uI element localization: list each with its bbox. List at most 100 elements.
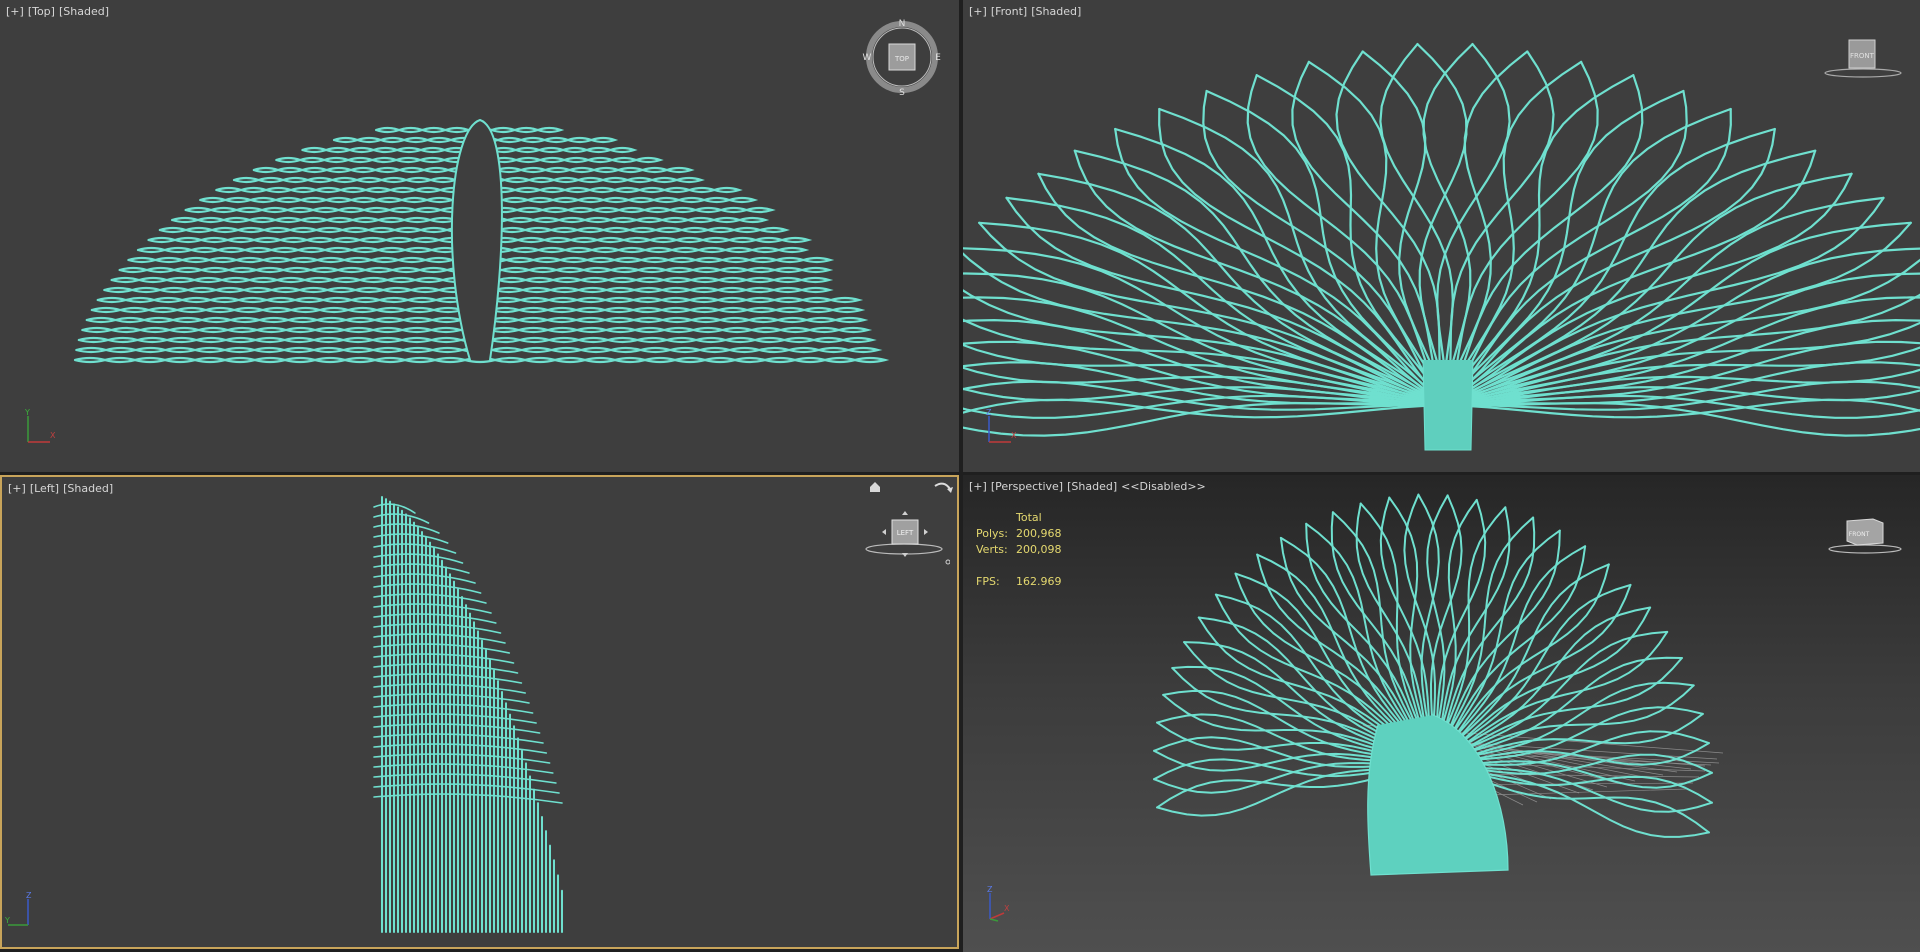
left-viewcube-face[interactable]: LEFT: [897, 529, 914, 537]
mesh-strand: [286, 206, 317, 214]
mesh-strand: [405, 176, 435, 184]
front-axis-z: Z: [986, 408, 992, 417]
mesh-strand: [425, 196, 456, 204]
mesh-strand: [1443, 402, 1920, 437]
mesh-strand: [847, 346, 883, 354]
mesh-strand: [717, 306, 752, 314]
left-viewport[interactable]: [+] [Left] [Shaded] LEFT Z Y: [0, 475, 959, 949]
mesh-strand: [110, 276, 144, 284]
mesh-strand: [200, 236, 232, 244]
mesh-strand: [721, 256, 754, 264]
mesh-strand: [282, 176, 312, 184]
mesh-strand: [372, 346, 408, 354]
mesh-strand: [159, 286, 193, 294]
mesh-strand: [546, 326, 582, 334]
mesh-strand: [375, 126, 403, 134]
mesh-strand: [342, 336, 377, 344]
mesh-strand: [375, 306, 410, 314]
top-viewcube-compass[interactable]: TOP N S E W: [862, 18, 942, 98]
mesh-strand: [350, 246, 383, 254]
mesh-strand: [164, 346, 200, 354]
mesh-strand: [242, 286, 276, 294]
mesh-strand: [190, 246, 222, 254]
mesh-strand: [689, 286, 723, 294]
perspective-viewport[interactable]: [+] [Perspective] [Shaded] <<Disabled>> Tot…: [963, 475, 1920, 952]
mesh-strand: [331, 276, 364, 284]
mesh-strand: [689, 306, 723, 314]
mesh-strand: [751, 246, 783, 254]
top-view-mesh[interactable]: [0, 0, 959, 472]
mesh-strand: [788, 346, 824, 354]
mesh-strand: [253, 356, 290, 364]
mesh-strand: [325, 166, 355, 174]
perspective-viewcube-face[interactable]: FRONT: [1849, 531, 1870, 538]
mesh-strand: [196, 216, 228, 224]
front-viewcube[interactable]: FRONT: [1823, 36, 1903, 82]
mesh-strand: [171, 216, 202, 224]
mesh-strand: [386, 276, 420, 284]
mesh-strand: [265, 296, 300, 304]
home-icon[interactable]: [868, 480, 882, 494]
mesh-strand: [348, 146, 377, 154]
mesh-strand: [552, 176, 582, 184]
mesh-strand: [197, 326, 232, 334]
mesh-strand: [104, 346, 140, 354]
left-view-mesh[interactable]: [2, 477, 957, 947]
rotate-icon[interactable]: [932, 480, 956, 502]
mesh-strand: [209, 296, 243, 304]
mesh-strand: [316, 316, 351, 324]
front-viewport[interactable]: [+] [Front] [Shaded] FRONT Z X: [963, 0, 1920, 472]
front-viewcube-face[interactable]: FRONT: [1850, 52, 1875, 60]
mesh-strand: [635, 156, 664, 164]
mesh-strand: [402, 316, 437, 324]
mesh-strand: [426, 136, 455, 144]
mesh-strand: [728, 236, 760, 244]
top-viewport[interactable]: [+] [Top] [Shaded] TOP N S E W Y X: [0, 0, 959, 472]
mesh-strand: [724, 336, 760, 344]
mesh-strand: [358, 276, 392, 284]
mesh-strand: [224, 196, 255, 204]
mesh-strand: [514, 186, 544, 194]
mesh-strand: [356, 136, 385, 144]
mesh-strand: [237, 226, 268, 234]
mesh-strand: [243, 246, 276, 254]
mesh-strand: [283, 356, 320, 364]
front-view-mesh[interactable]: [963, 0, 1920, 472]
mesh-strand: [283, 346, 319, 354]
mesh-strand: [577, 286, 611, 294]
compass-south: S: [899, 88, 905, 98]
mesh-strand: [613, 186, 644, 194]
top-viewcube-face[interactable]: TOP: [894, 55, 909, 63]
mesh-strand: [753, 336, 789, 344]
mesh-strand: [496, 276, 530, 284]
mesh-strand: [343, 356, 380, 364]
mesh-strand: [517, 236, 549, 244]
mesh-strand: [419, 226, 451, 234]
mesh-strand: [373, 743, 548, 754]
mesh-strand: [398, 166, 428, 174]
mesh-strand: [520, 346, 556, 354]
mesh-strand: [279, 236, 311, 244]
mesh-strand: [501, 196, 532, 204]
mesh-strand: [314, 326, 349, 334]
mesh-strand: [372, 326, 407, 334]
mesh-strand: [489, 336, 524, 344]
perspective-view-mesh[interactable]: [963, 475, 1920, 952]
mesh-strand: [184, 206, 215, 214]
perspective-viewcube[interactable]: FRONT: [1825, 513, 1905, 559]
mesh-strand: [154, 256, 187, 264]
left-axis-tripod: Z Y: [4, 891, 32, 926]
mesh-strand: [255, 326, 291, 334]
left-viewcube[interactable]: LEFT: [864, 509, 950, 565]
mesh-strand: [812, 336, 848, 344]
mesh-strand: [401, 336, 436, 344]
mesh-strand: [313, 356, 350, 364]
mesh-strand: [728, 196, 759, 204]
mesh-strand: [563, 186, 594, 194]
mesh-strand: [248, 216, 280, 224]
mesh-strand: [577, 336, 613, 344]
mesh-strand: [444, 126, 472, 134]
mesh-strand: [592, 206, 623, 214]
mesh-strand: [750, 326, 785, 334]
mesh-strand: [576, 296, 610, 304]
